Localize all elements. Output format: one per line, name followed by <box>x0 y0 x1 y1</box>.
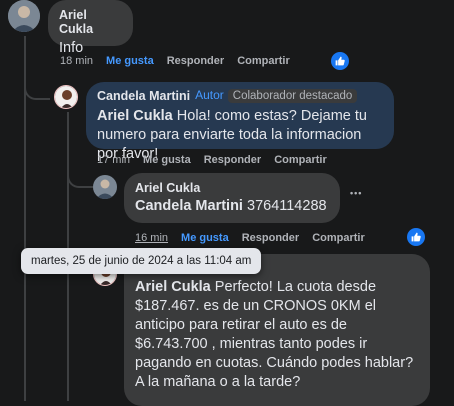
like-reaction-badge[interactable] <box>331 52 349 70</box>
like-reaction-badge[interactable] <box>407 228 425 246</box>
like-button[interactable]: Me gusta <box>143 154 191 166</box>
share-button[interactable]: Compartir <box>274 154 327 166</box>
comment-bubble-2: Candela Martini Autor Colaborador destacad… <box>86 82 394 162</box>
reply-button[interactable]: Responder <box>242 232 299 244</box>
comment-text: Ariel Cukla Perfecto! La cuota desde $18… <box>135 279 414 390</box>
comment-time[interactable]: 17 min <box>97 154 130 166</box>
comment-author[interactable]: Ariel Cukla <box>59 8 122 36</box>
mention-link[interactable]: Ariel Cukla <box>135 279 211 295</box>
comment-actions-1: 18 min Me gusta Responder Compartir <box>60 55 303 67</box>
more-options-icon[interactable]: ••• <box>350 188 362 198</box>
reply-button[interactable]: Responder <box>204 154 261 166</box>
top-contributor-badge: Colaborador destacado <box>227 89 358 103</box>
timestamp-tooltip: martes, 25 de junio de 2024 a las 11:04 … <box>21 248 262 274</box>
profile-photo-icon <box>93 175 117 199</box>
author-badge: Autor <box>195 88 224 102</box>
comment-bubble-1: Ariel Cukla Info <box>48 0 133 56</box>
comment-text: Candela Martini 3764114288 <box>135 198 327 214</box>
comment-bubble-4: Candela Martini Ariel Cukla Perfecto! La… <box>124 254 430 406</box>
comment-actions-2: 17 min Me gusta Responder Compartir <box>97 154 340 166</box>
mention-link[interactable]: Ariel Cukla <box>97 108 173 124</box>
comment-bubble-3: Ariel Cukla Candela Martini 3764114288 <box>124 173 340 223</box>
comment-actions-3: 16 min Me gusta Responder Compartir <box>135 232 378 244</box>
avatar[interactable] <box>8 0 40 32</box>
comment-header: Candela Martini Autor Colaborador destacad… <box>97 87 383 105</box>
avatar[interactable] <box>93 175 117 199</box>
thumbs-up-icon <box>335 56 345 66</box>
mention-link[interactable]: Candela Martini <box>135 198 243 214</box>
profile-photo-icon <box>55 86 77 108</box>
like-button[interactable]: Me gusta <box>181 232 229 244</box>
thumbs-up-icon <box>411 232 421 242</box>
thread-line-branch-2 <box>67 168 93 188</box>
avatar[interactable] <box>54 85 78 109</box>
like-button[interactable]: Me gusta <box>106 55 154 67</box>
share-button[interactable]: Compartir <box>312 232 365 244</box>
thread-line-branch-1 <box>24 80 50 100</box>
comment-author[interactable]: Ariel Cukla <box>135 181 329 195</box>
comment-time[interactable]: 16 min <box>135 232 168 244</box>
comment-time[interactable]: 18 min <box>60 55 93 67</box>
profile-photo-icon <box>8 0 40 32</box>
reply-button[interactable]: Responder <box>167 55 224 67</box>
comment-author[interactable]: Candela Martini <box>97 89 190 103</box>
share-button[interactable]: Compartir <box>237 55 290 67</box>
